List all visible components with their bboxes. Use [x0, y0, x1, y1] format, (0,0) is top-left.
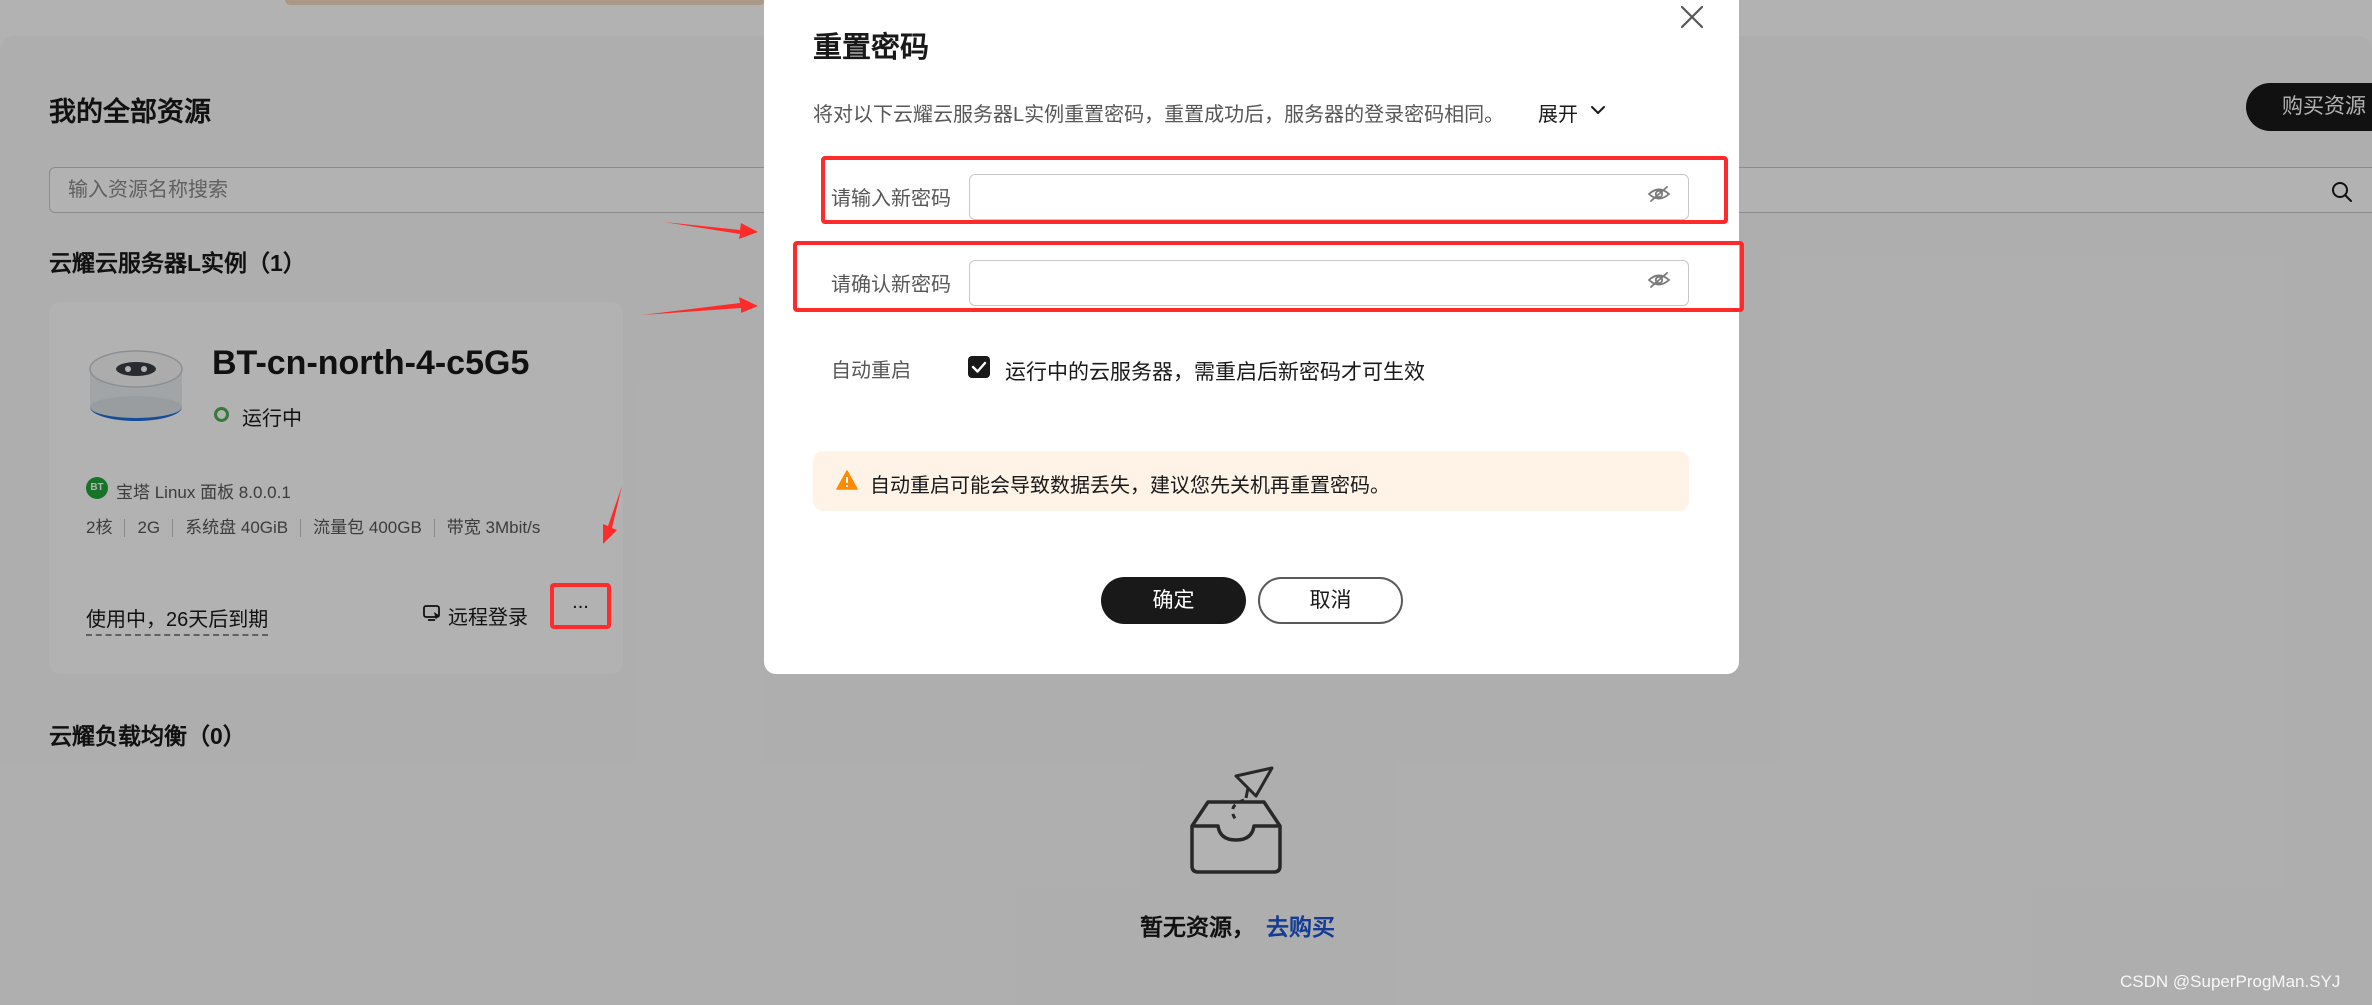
expand-button[interactable]: 展开 [1538, 98, 1578, 127]
warning-icon [836, 470, 858, 490]
confirm-password-label: 请确认新密码 [831, 274, 951, 296]
chevron-down-icon[interactable] [1590, 104, 1606, 116]
eye-off-icon[interactable] [1647, 184, 1671, 204]
new-password-label: 请输入新密码 [831, 188, 951, 210]
cancel-button[interactable]: 取消 [1258, 577, 1403, 624]
dialog-title: 重置密码 [813, 32, 930, 64]
confirm-button[interactable]: 确定 [1101, 577, 1246, 624]
confirm-password-input[interactable] [969, 260, 1689, 306]
close-icon[interactable] [1679, 4, 1705, 30]
watermark: CSDN @SuperProgMan.SYJ [2120, 972, 2341, 991]
dialog-description: 将对以下云耀云服务器L实例重置密码，重置成功后，服务器的登录密码相同。 [813, 104, 1505, 126]
checkmark-icon [971, 361, 987, 373]
auto-restart-checkbox[interactable] [968, 356, 990, 378]
warning-text: 自动重启可能会导致数据丢失，建议您先关机再重置密码。 [870, 475, 1390, 497]
auto-restart-label: 自动重启 [831, 360, 911, 382]
new-password-input[interactable] [969, 174, 1689, 220]
auto-restart-text[interactable]: 运行中的云服务器，需重启后新密码才可生效 [1005, 356, 1425, 386]
eye-off-icon[interactable] [1647, 270, 1671, 290]
